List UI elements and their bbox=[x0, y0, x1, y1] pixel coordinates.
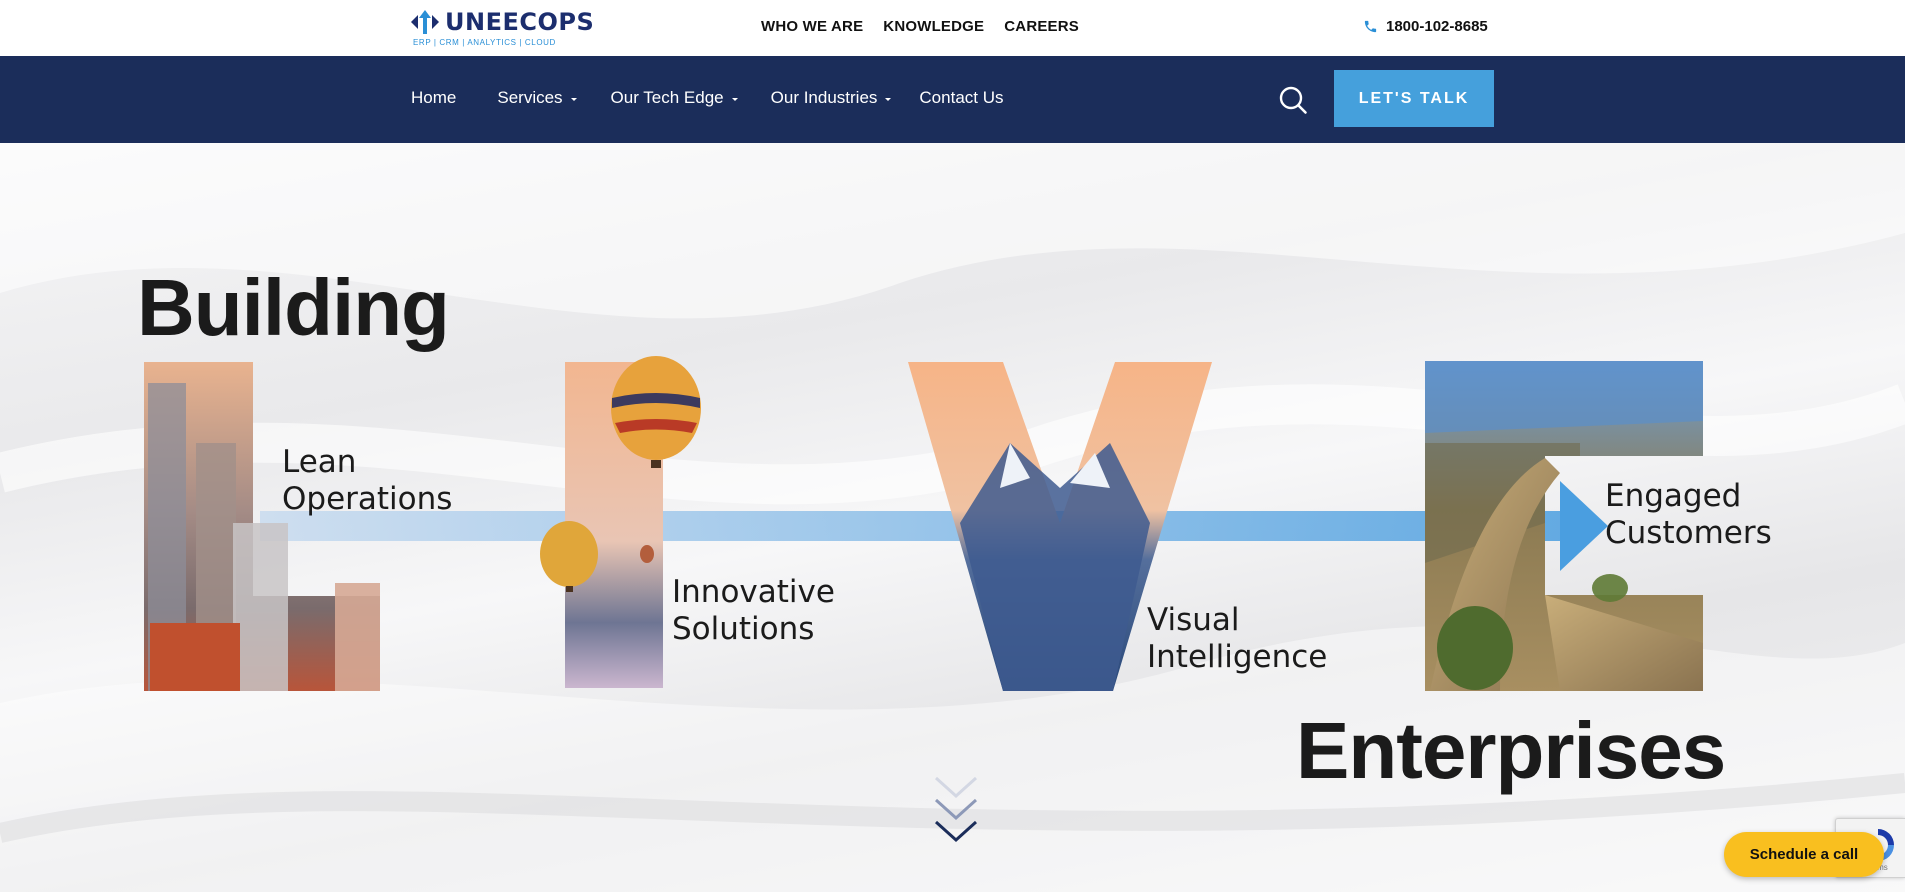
nav-item-contact[interactable]: Contact Us bbox=[919, 88, 1003, 108]
logo-tagline: ERP | CRM | ANALYTICS | CLOUD bbox=[413, 38, 556, 47]
caption-line: Customers bbox=[1605, 515, 1772, 551]
caption-engaged-customers: Engaged Customers bbox=[1605, 478, 1772, 552]
scroll-down-icon[interactable] bbox=[934, 776, 978, 846]
top-bar: UNEECOPS ERP | CRM | ANALYTICS | CLOUD W… bbox=[0, 0, 1905, 56]
nav-item-home[interactable]: Home bbox=[411, 88, 456, 108]
phone-contact[interactable]: 1800-102-8685 bbox=[1363, 18, 1488, 35]
nav-item-label: Home bbox=[411, 88, 457, 107]
top-links: WHO WE ARE KNOWLEDGE CAREERS bbox=[761, 18, 1079, 35]
chevron-down-icon bbox=[885, 97, 892, 101]
caption-line: Solutions bbox=[672, 611, 815, 647]
caption-line: Intelligence bbox=[1147, 639, 1328, 675]
chevron-down-icon bbox=[570, 97, 577, 101]
caption-visual-intelligence: Visual Intelligence bbox=[1147, 602, 1327, 676]
nav-item-label: Services bbox=[497, 88, 563, 107]
nav-item-label: Our Industries bbox=[770, 88, 878, 107]
company-logo[interactable]: UNEECOPS ERP | CRM | ANALYTICS | CLOUD bbox=[411, 10, 594, 47]
main-navbar: Home Services Our Tech Edge Our Industri… bbox=[0, 56, 1905, 143]
phone-icon bbox=[1364, 20, 1377, 33]
hero-title-bottom: Enterprises bbox=[1296, 706, 1726, 795]
caption-innovative-solutions: Innovative Solutions bbox=[672, 574, 835, 648]
nav-item-industries[interactable]: Our Industries bbox=[771, 88, 892, 108]
nav-item-tech-edge[interactable]: Our Tech Edge bbox=[611, 88, 738, 108]
phone-number: 1800-102-8685 bbox=[1386, 18, 1488, 35]
chevron-down-icon bbox=[731, 97, 738, 101]
hero-section: Building Enterprises Lean Operations Inn… bbox=[0, 143, 1905, 892]
schedule-call-button[interactable]: Schedule a call bbox=[1724, 832, 1884, 877]
search-icon[interactable] bbox=[1278, 85, 1308, 115]
logo-wordmark: UNEECOPS bbox=[445, 8, 595, 36]
caption-line: Engaged bbox=[1605, 478, 1742, 514]
caption-line: Operations bbox=[282, 481, 453, 517]
caption-line: Innovative bbox=[672, 574, 835, 610]
nav-item-services[interactable]: Services bbox=[497, 88, 577, 108]
top-link-knowledge[interactable]: KNOWLEDGE bbox=[883, 18, 984, 35]
nav-item-label: Our Tech Edge bbox=[610, 88, 724, 107]
top-link-careers[interactable]: CAREERS bbox=[1004, 18, 1079, 35]
caption-lean-operations: Lean Operations bbox=[282, 444, 452, 518]
nav-item-label: Contact Us bbox=[919, 88, 1004, 107]
caption-line: Lean bbox=[282, 444, 357, 480]
nav-menu: Home Services Our Tech Edge Our Industri… bbox=[411, 88, 1004, 108]
logo-mark-icon bbox=[411, 10, 439, 34]
lets-talk-button[interactable]: LET'S TALK bbox=[1334, 70, 1494, 127]
top-link-who-we-are[interactable]: WHO WE ARE bbox=[761, 18, 863, 35]
hero-title-top: Building bbox=[137, 263, 450, 352]
caption-line: Visual bbox=[1147, 602, 1240, 638]
